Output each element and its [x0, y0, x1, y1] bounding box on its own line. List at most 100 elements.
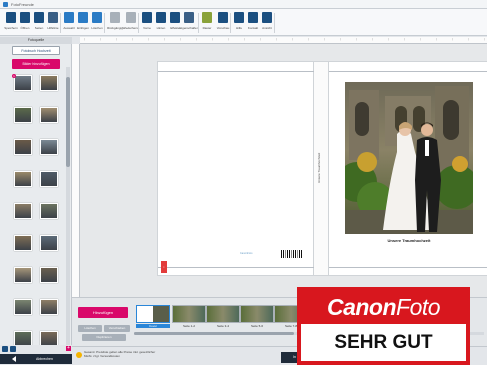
- filmstrip-page[interactable]: Seite 3-4: [206, 305, 240, 328]
- test-verdict-badge: CanonFoto SEHR GUT: [297, 287, 470, 365]
- folder-button[interactable]: Fotobuch Hochzeit: [12, 46, 60, 55]
- ruler-tick: |: [436, 38, 437, 41]
- toolbar-icon: [202, 12, 212, 23]
- toolbar-icon: [262, 12, 272, 23]
- toolbar: Speichern Öffnen Seiten Hilfslinie Auswahl Ei…: [0, 9, 487, 36]
- toolbar-icon: [110, 12, 120, 23]
- delete-page-button[interactable]: Löschen: [78, 325, 102, 332]
- ruler-tick: |: [292, 38, 293, 41]
- view-grid-icon[interactable]: [2, 346, 8, 352]
- add-icon[interactable]: +: [66, 346, 71, 351]
- photo-thumbnail[interactable]: [40, 267, 58, 283]
- photo-thumbnail[interactable]: [14, 299, 32, 315]
- book-spine[interactable]: Unsere Traumhochzeit: [314, 61, 328, 276]
- wedding-photo[interactable]: [345, 82, 473, 234]
- info-icon: [76, 352, 82, 358]
- left-footer: + Abbrechen: [0, 345, 72, 365]
- photo-thumbnail[interactable]: [40, 299, 58, 315]
- toolbar-button-14[interactable]: Vorschau: [216, 11, 230, 35]
- toolbar-button-1[interactable]: Öffnen: [18, 11, 32, 35]
- toolbar-button-7[interactable]: Rückgängig: [107, 11, 123, 35]
- ruler-tick: |: [340, 38, 341, 41]
- filmstrip-page[interactable]: Seite 1-2: [172, 305, 206, 328]
- view-list-icon[interactable]: [10, 346, 16, 352]
- ruler-tick: |: [100, 38, 101, 41]
- badge-brand-word-2: Foto: [396, 294, 441, 320]
- page-preview: [136, 305, 170, 323]
- photo-thumbnail[interactable]: [40, 139, 58, 155]
- photo-thumbnail[interactable]: [40, 203, 58, 219]
- duplicate-page-button[interactable]: Duplizieren: [82, 334, 126, 341]
- photo-thumbnail[interactable]: [14, 235, 32, 251]
- filmstrip-page[interactable]: Seite 5-6: [240, 305, 274, 328]
- toolbar-button-9[interactable]: Vorne: [140, 11, 154, 35]
- photo-thumbnail[interactable]: [14, 171, 32, 187]
- design-canvas[interactable]: CanonFoto Unsere Traumhochzeit Unsere Tr…: [80, 44, 487, 297]
- toolbar-icon: [48, 12, 58, 23]
- front-cover-page[interactable]: Unsere Traumhochzeit: [328, 61, 487, 276]
- guide-line: [158, 71, 315, 72]
- toolbar-separator: [60, 13, 61, 33]
- cover-caption: Unsere Traumhochzeit: [387, 238, 431, 243]
- guide-line: [158, 267, 315, 268]
- toolbar-label: Eigenschaften: [179, 26, 199, 30]
- photo-thumbnail[interactable]: [40, 75, 58, 91]
- window-title: FotoFreunde: [11, 1, 34, 7]
- photo-thumbnail[interactable]: [14, 203, 32, 219]
- photo-thumbnail[interactable]: [14, 267, 32, 283]
- page-label: Seite 1-2: [182, 324, 195, 328]
- toolbar-button-0[interactable]: Speichern: [4, 11, 18, 35]
- ruler-tick: |: [356, 38, 357, 41]
- ruler-tick: |: [404, 38, 405, 41]
- toolbar-icon: [34, 12, 44, 23]
- page-marker[interactable]: i: [161, 261, 167, 273]
- panel-header: Fotoquelle: [0, 37, 72, 44]
- toolbar-separator: [104, 13, 105, 33]
- toolbar-button-16[interactable]: Kontakt: [246, 11, 260, 35]
- toolbar-icon: [126, 12, 136, 23]
- photo-thumbnail[interactable]: [40, 107, 58, 123]
- app-window: FotoFreunde Speichern Öffnen Seiten Hilfsli…: [0, 0, 487, 365]
- move-page-button[interactable]: Verschieben: [104, 325, 130, 332]
- badge-brand: CanonFoto: [301, 291, 466, 324]
- toolbar-button-3[interactable]: Hilfslinie: [46, 11, 60, 35]
- toolbar-button-17[interactable]: Ansicht: [260, 11, 274, 35]
- toolbar-button-4[interactable]: Auswahl: [62, 11, 76, 35]
- thumbnail-scrollbar[interactable]: [66, 67, 70, 359]
- toolbar-icon: [6, 12, 16, 23]
- toolbar-button-6[interactable]: Löschen: [90, 11, 104, 35]
- photo-thumbnail[interactable]: 1: [12, 74, 32, 91]
- scrollbar-thumb[interactable]: [134, 332, 294, 335]
- cancel-button[interactable]: Abbrechen: [0, 354, 72, 364]
- photo-thumbnail[interactable]: [14, 139, 32, 155]
- toolbar-button-12[interactable]: Eigenschaften: [179, 11, 199, 35]
- ruler-tick: |: [468, 38, 469, 41]
- toolbar-button-11[interactable]: Effekte: [168, 11, 182, 35]
- toolbar-button-10[interactable]: Hinten: [154, 11, 168, 35]
- toolbar-icon: [64, 12, 74, 23]
- back-cover-page[interactable]: CanonFoto: [157, 61, 315, 276]
- add-images-button[interactable]: Bilder hinzufügen: [12, 59, 60, 69]
- guide-line: [329, 267, 487, 268]
- toolbar-button-15[interactable]: Hilfe: [232, 11, 246, 35]
- filmstrip-page[interactable]: Cover: [136, 305, 170, 328]
- toolbar-icon: [92, 12, 102, 23]
- back-arrow-icon: [12, 356, 16, 362]
- insert-page-button[interactable]: Hinzufügen: [78, 307, 128, 318]
- photo-thumbnail[interactable]: [14, 107, 32, 123]
- ruler-tick: |: [116, 38, 117, 41]
- ruler-tick: |: [276, 38, 277, 41]
- toolbar-icon: [184, 12, 194, 23]
- photo-source-panel: Fotoquelle Fotobuch Hochzeit Bilder hinz…: [0, 37, 72, 365]
- scrollbar-thumb[interactable]: [66, 77, 70, 167]
- toolbar-button-2[interactable]: Seiten: [32, 11, 46, 35]
- toolbar-button-13[interactable]: Raster: [200, 11, 214, 35]
- toolbar-icon: [156, 12, 166, 23]
- ruler-horizontal: | | | | | | | | | | | | | | | | | | | | | | | | | |: [80, 37, 487, 44]
- page-preview: [172, 305, 206, 323]
- photo-thumbnail[interactable]: [40, 171, 58, 187]
- photo-thumbnail[interactable]: [40, 235, 58, 251]
- page-label: Seite 3-4: [216, 324, 229, 328]
- toolbar-button-5[interactable]: Einfügen: [76, 11, 90, 35]
- toolbar-button-8[interactable]: Wiederherst.: [122, 11, 140, 35]
